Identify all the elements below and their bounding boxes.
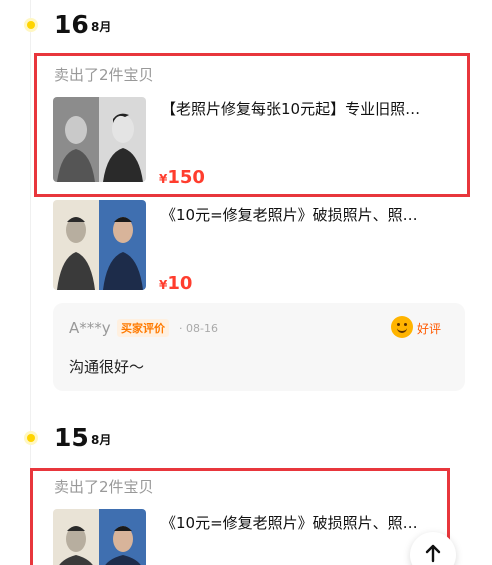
buyer-review-card[interactable]: A***y 买家评价 · 08-16 好评 沟通很好〜 [53, 303, 465, 391]
arrow-up-icon [425, 544, 441, 563]
sold-count-text: 卖出了2件宝贝 [54, 478, 154, 496]
old-photo-portrait-icon [53, 509, 146, 565]
date-day: 16 [54, 10, 89, 39]
date-day: 15 [54, 423, 89, 452]
item-title: 《10元=修复老照片》破损照片、照… [161, 206, 418, 224]
buyer-review-tag: 买家评价 [117, 319, 169, 337]
item-title: 《10元=修复老照片》破损照片、照… [161, 514, 418, 532]
reviewer-name: A***y [69, 319, 111, 337]
date-month: 8月 [91, 433, 112, 447]
review-text: 沟通很好〜 [69, 358, 145, 376]
item-title: 【老照片修复每张10元起】专业旧照… [161, 100, 421, 118]
price-value: 150 [167, 167, 205, 188]
timeline-dot [24, 18, 38, 32]
item-price: ¥150 [159, 167, 205, 188]
item-price: ¥10 [159, 273, 192, 294]
timeline-dot [24, 431, 38, 445]
review-rating: 好评 [417, 322, 442, 336]
date-month: 8月 [91, 20, 112, 34]
sold-count-text: 卖出了2件宝贝 [54, 66, 154, 84]
old-photo-portrait-icon [53, 97, 146, 182]
old-photo-portrait-icon [53, 200, 146, 290]
review-date: · 08-16 [179, 322, 218, 335]
smiley-icon [391, 316, 413, 338]
price-value: 10 [167, 273, 193, 294]
